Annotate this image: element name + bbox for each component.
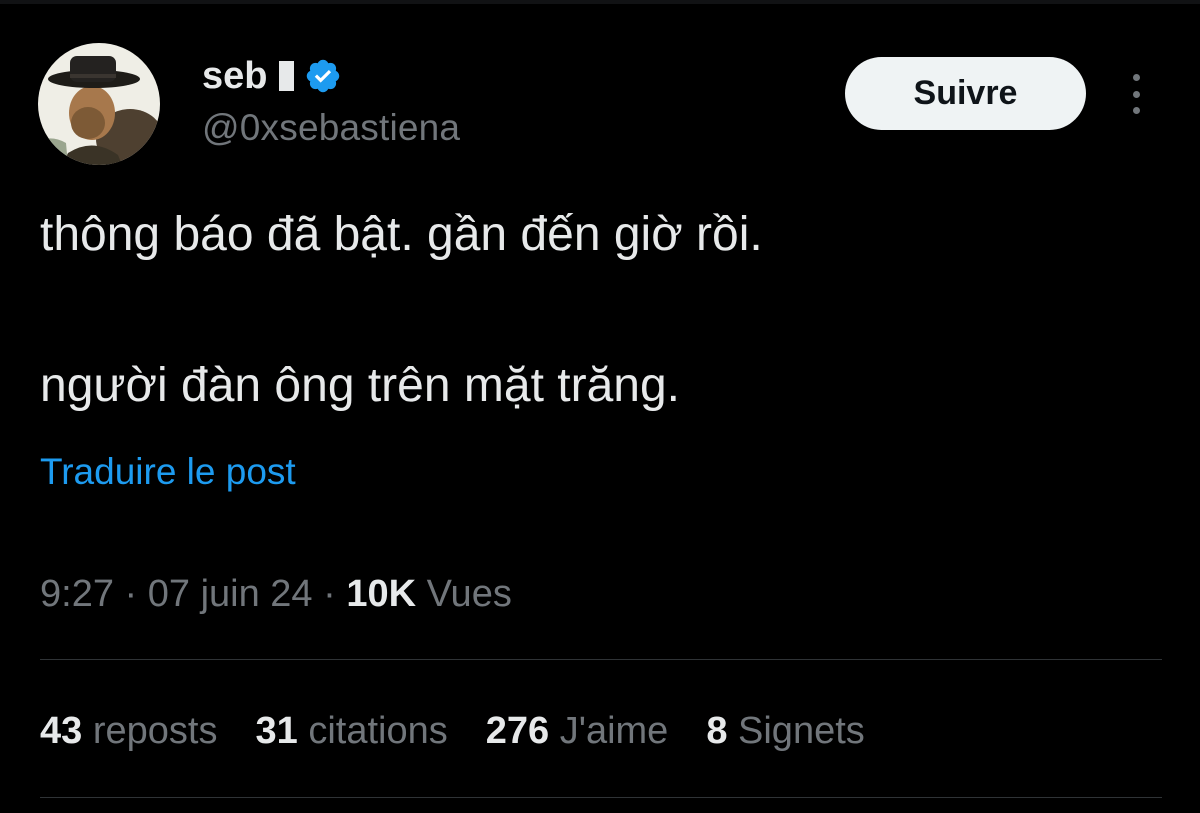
stat-label: reposts bbox=[92, 710, 218, 752]
stat-value: 31 bbox=[255, 710, 298, 752]
views-label: Vues bbox=[426, 573, 512, 615]
stat-label: Signets bbox=[738, 710, 865, 752]
divider bbox=[40, 659, 1162, 660]
handle[interactable]: @0xsebastiena bbox=[202, 104, 460, 152]
likes-stat[interactable]: 276 J'aime bbox=[486, 706, 669, 756]
stat-label: J'aime bbox=[559, 710, 669, 752]
follow-button[interactable]: Suivre bbox=[845, 57, 1086, 130]
stat-value: 43 bbox=[40, 710, 83, 752]
post-meta: 9:27 · 07 juin 24 · 10K Vues bbox=[40, 571, 512, 617]
citations-stat[interactable]: 31 citations bbox=[255, 706, 447, 756]
avatar-image bbox=[38, 43, 160, 165]
more-dot bbox=[1132, 74, 1140, 81]
more-dot bbox=[1132, 90, 1140, 98]
stat-value: 8 bbox=[706, 710, 728, 752]
stat-value: 276 bbox=[485, 710, 550, 752]
verified-badge-icon bbox=[304, 57, 342, 95]
more-dot bbox=[1132, 107, 1140, 114]
divider bbox=[40, 797, 1162, 798]
tweet-text-line-1: thông báo đã bật. gần đến giờ rồi. bbox=[40, 208, 763, 261]
bookmarks-stat[interactable]: 8 Signets bbox=[706, 706, 864, 756]
views-count: 10K bbox=[346, 573, 417, 615]
author-info: seb @0xsebastiena bbox=[202, 52, 460, 152]
post-time[interactable]: 9:27 bbox=[40, 573, 114, 615]
post-date[interactable]: 07 juin 24 bbox=[148, 573, 313, 615]
top-border bbox=[0, 0, 1200, 4]
name-emoji-block bbox=[279, 61, 295, 91]
more-options-icon[interactable] bbox=[1124, 74, 1148, 114]
name-row: seb bbox=[202, 52, 460, 100]
tweet-text-line-2: người đàn ông trên mặt trăng. bbox=[40, 359, 680, 412]
avatar[interactable] bbox=[38, 43, 160, 165]
reposts-stat[interactable]: 43 reposts bbox=[40, 706, 217, 756]
meta-separator: · bbox=[312, 573, 347, 615]
engagement-stats: 43 reposts 31 citations 276 J'aime 8 Sig… bbox=[40, 706, 903, 756]
stat-label: citations bbox=[308, 710, 448, 752]
display-name[interactable]: seb bbox=[202, 52, 267, 100]
meta-separator: · bbox=[113, 573, 148, 615]
translate-post-link[interactable]: Traduire le post bbox=[40, 450, 296, 494]
